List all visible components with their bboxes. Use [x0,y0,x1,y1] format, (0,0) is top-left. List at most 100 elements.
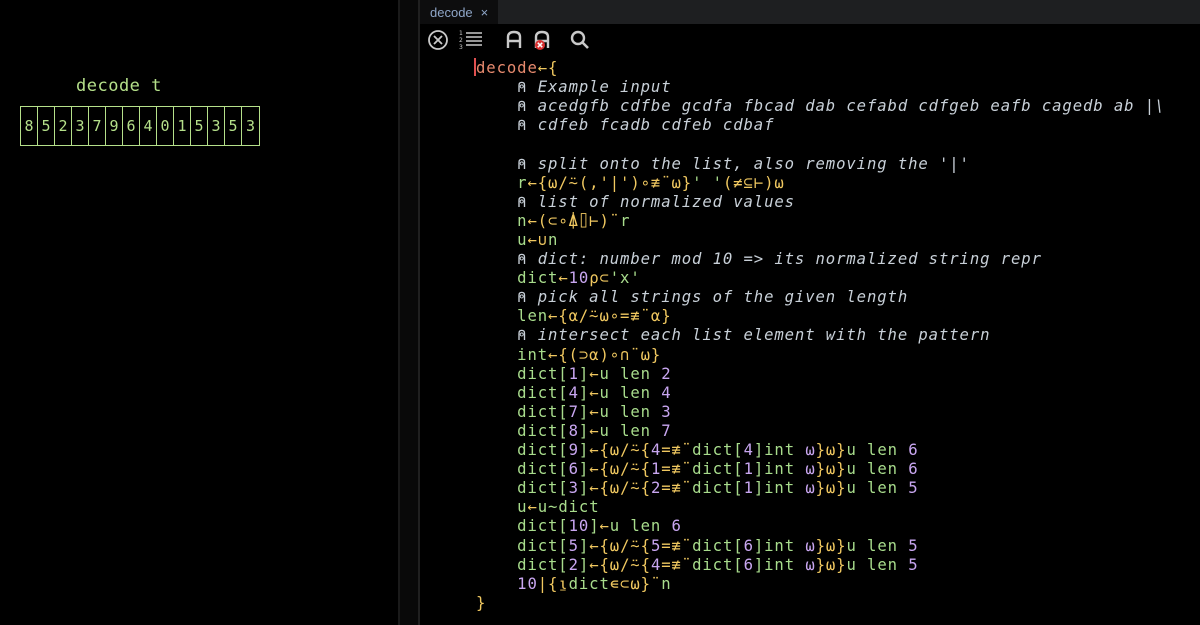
code-token: ←{ [537,59,559,77]
code-token: ←{⍵/⍨{ [589,479,651,498]
code-token: }⍵} [815,555,847,574]
code-token: 5 [908,479,919,498]
result-digit: 1 [174,107,191,145]
code-line: len←{⍺/⍨⍵∘=≢¨⍺} [476,307,672,326]
code-token: len [476,307,549,326]
code-token: }⍵} [815,536,847,555]
code-area[interactable]: decode←{ ⍝ Example input ⍝ acedgfb cdfbe… [420,56,1200,625]
code-line: dict[9]←{⍵/⍨{4=≢¨dict[4]int ⍵}⍵}u len 6 [476,441,919,460]
session-input-line[interactable]: decode t [76,76,162,96]
code-token: 2 [661,364,672,383]
code-token: 6 [568,460,579,479]
code-token: 4 [568,383,579,402]
code-token: 8 [568,421,579,440]
code-token: dict[ [692,460,744,479]
code-token: ⍵ [805,536,816,555]
svg-text:3: 3 [459,44,463,51]
code-token: 3 [568,479,579,498]
code-token: 1 [743,460,754,479]
code-token: ←{⍵/⍨{ [589,536,651,555]
code-token: 10 [568,517,590,536]
code-token: ⍝ pick all strings of the given length [476,288,909,307]
code-token: 1 [743,479,754,498]
code-token: ]int [753,460,806,479]
font-remove-icon[interactable] [530,28,554,52]
tab-decode[interactable]: decode × [420,0,499,24]
code-token: dict[ [692,479,744,498]
tab-label: decode [430,4,473,20]
code-token: u len [846,460,909,479]
code-line: } [476,594,486,613]
close-icon[interactable]: × [481,5,489,20]
code-token: 6 [908,460,919,479]
code-token: ⍵ [805,460,816,479]
code-token: r [620,211,631,230]
code-line: int←{(⊃⍺)∘∩¨⍵} [476,346,661,365]
code-line: dict[8]←u len 7 [476,422,672,441]
code-token: 7 [568,402,579,421]
code-token: ⍝ split onto the list, also removing the… [476,154,970,173]
code-token: =≢¨ [661,536,693,555]
code-token: r [476,173,528,192]
code-token: u len [599,364,662,383]
code-token: ] [578,536,590,555]
pane-gutter [400,0,420,625]
code-token: 9 [568,441,579,459]
close-circle-icon[interactable] [426,28,450,52]
code-token: ⍵ [805,555,816,574]
code-token: 'x' [609,269,641,288]
code-token: 6 [743,555,754,574]
code-token: ⍴⊂ [589,269,610,288]
code-token: n [661,574,672,593]
code-line: ⍝ intersect each list element with the p… [476,326,990,345]
code-token: ← [589,383,600,402]
code-token: ' ' [692,173,723,192]
svg-text:2: 2 [459,37,463,44]
code-token: dict[ [692,555,744,574]
code-token: dict[ [476,555,569,574]
code-token: 6 [743,536,754,555]
code-token: }⍵} [815,441,847,459]
code-token: ]int [753,479,806,498]
search-icon[interactable] [568,28,592,52]
code-token: 4 [743,441,754,459]
code-token: ←{(⊃⍺)∘∩¨⍵} [548,345,662,364]
editor-pane[interactable]: decode × 123 decode←{ ⍝ Example input ⍝ … [420,0,1200,625]
code-token: decode [476,59,538,77]
code-token: u [476,230,528,249]
code-line: dict[4]←u len 4 [476,384,672,403]
code-token: u len [846,536,909,555]
code-token: 4 [650,555,662,574]
result-digit: 3 [208,107,225,145]
code-token: (≠⊆⊢)⍵ [722,173,785,192]
code-token: n [476,211,528,230]
code-token: u~dict [537,498,600,517]
code-token: |{⍸ [537,574,569,593]
code-token: dict[ [476,383,569,402]
session-pane[interactable]: decode t 85237964015353 [0,0,398,625]
result-digit: 5 [225,107,242,145]
code-token: 5 [568,536,579,555]
result-digit: 6 [123,107,140,145]
code-token: ← [558,269,569,288]
code-token: 6 [908,441,919,459]
code-token: ← [589,402,600,421]
code-line: r←{⍵/⍨(,'|')∘≢¨⍵}' '(≠⊆⊢)⍵ [476,174,785,193]
code-token: ]int [753,536,806,555]
font-icon[interactable] [502,28,526,52]
result-vector-box: 85237964015353 [20,106,260,146]
code-token: u len [609,517,672,536]
code-token: ←{⍵/⍨{ [589,555,651,574]
code-token: dict[ [476,441,569,459]
result-digit: 5 [38,107,55,145]
code-token: ⍝ list of normalized values [476,192,795,211]
code-token: u len [599,421,662,440]
code-token: dict[ [692,536,744,555]
line-numbers-icon[interactable]: 123 [458,28,482,52]
code-token: dict[ [476,460,569,479]
code-token: ⍝ cdfeb fcadb cdfeb cdbaf [476,116,775,135]
code-token: 4 [661,383,672,402]
code-token: 6 [671,517,682,536]
code-token: 5 [908,555,919,574]
code-token: }⍵} [815,460,847,479]
